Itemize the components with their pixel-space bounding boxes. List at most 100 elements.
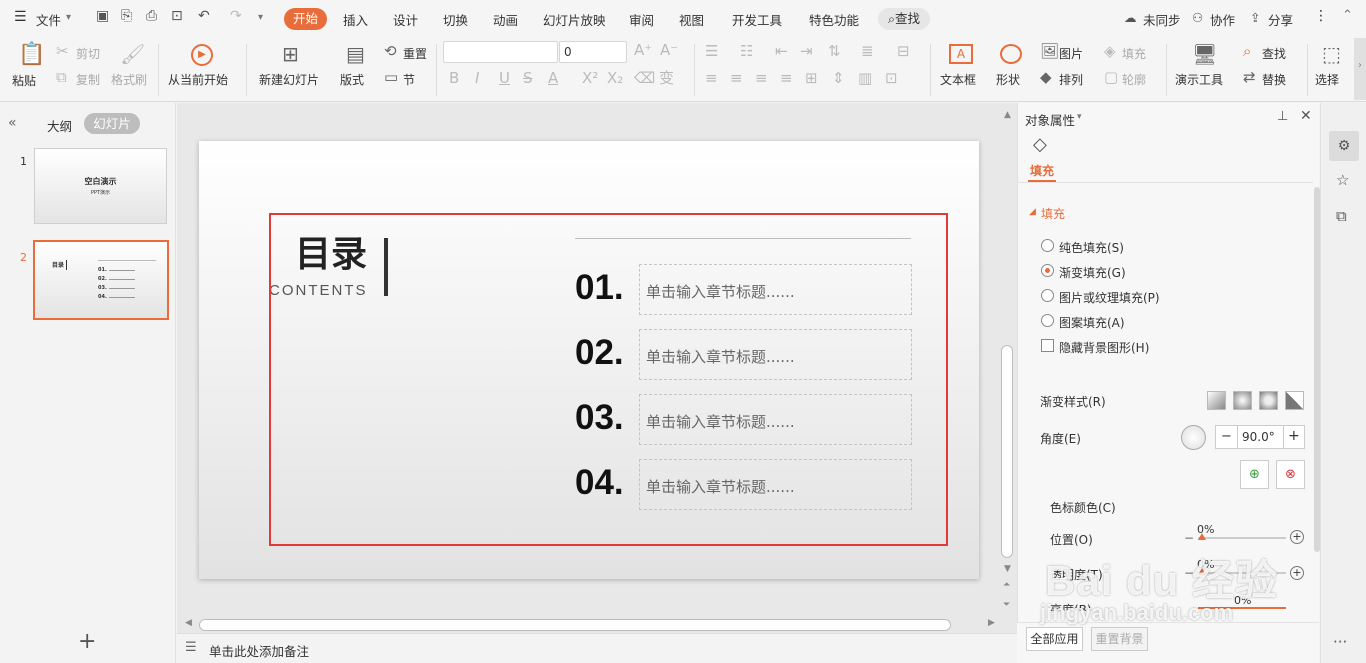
scroll-left-icon[interactable]: ◀	[185, 618, 192, 628]
undo-icon[interactable]: ↶	[198, 8, 210, 24]
tab-home[interactable]: 开始	[284, 8, 327, 30]
select-button[interactable]: 选择	[1315, 71, 1339, 88]
gradient-rect-option[interactable]	[1259, 391, 1278, 410]
tab-slides[interactable]: 幻灯片	[84, 113, 140, 134]
quick-access-more-icon[interactable]: ▾	[258, 12, 263, 23]
replace-button[interactable]: 替换	[1262, 71, 1286, 88]
checkbox-label[interactable]: 隐藏背景图形(H)	[1059, 339, 1149, 356]
radio-pattern-fill[interactable]	[1041, 314, 1054, 327]
search-button[interactable]: ⌕查找	[878, 8, 930, 30]
find-button[interactable]: 查找	[1262, 45, 1286, 62]
decrease-indent-icon[interactable]: ⇤	[775, 44, 788, 59]
underline-icon[interactable]: U	[499, 71, 510, 86]
decrement-icon[interactable]: −	[1221, 429, 1232, 444]
decrease-font-icon[interactable]: A⁻	[660, 43, 678, 58]
save-icon[interactable]: ▣	[96, 8, 109, 24]
slide-thumbnail-2[interactable]: 目录 01. 02. 03. 04.	[33, 240, 169, 320]
font-family-field[interactable]	[443, 41, 558, 63]
bullets-icon[interactable]: ☰	[705, 44, 718, 59]
horizontal-scrollbar[interactable]	[199, 619, 951, 631]
add-slide-icon[interactable]: +	[78, 631, 96, 653]
scroll-up-icon[interactable]: ▲	[1004, 110, 1011, 120]
radio-picture-fill[interactable]	[1041, 289, 1054, 302]
props-header[interactable]: 对象属性	[1025, 110, 1075, 129]
distribute-icon[interactable]: ⊞	[805, 71, 818, 86]
apply-all-button[interactable]: 全部应用	[1026, 627, 1083, 651]
tab-developer[interactable]: 开发工具	[732, 10, 782, 29]
subscript-icon[interactable]: X₂	[607, 71, 623, 86]
italic-icon[interactable]: I	[475, 71, 479, 86]
tab-insert[interactable]: 插入	[343, 10, 368, 29]
animation-icon[interactable]: ☆	[1336, 171, 1349, 189]
increment-icon[interactable]: +	[1288, 428, 1300, 444]
tab-slideshow[interactable]: 幻灯片放映	[543, 10, 606, 29]
export-icon[interactable]: ⎘	[121, 8, 132, 24]
arrange-button[interactable]: 排列	[1059, 71, 1083, 88]
present-tools-button[interactable]: 演示工具	[1175, 71, 1223, 88]
more-options-icon[interactable]: ···	[1333, 633, 1347, 651]
tab-animation[interactable]: 动画	[493, 10, 518, 29]
picture-button[interactable]: 图片	[1059, 45, 1083, 62]
share-button[interactable]: 分享	[1268, 10, 1293, 29]
more-icon[interactable]: ⋮	[1314, 8, 1328, 24]
tab-view[interactable]: 视图	[679, 10, 704, 29]
close-icon[interactable]: ✕	[1300, 108, 1312, 124]
align-right-icon[interactable]: ≡	[755, 71, 768, 86]
chevron-down-icon[interactable]: ▾	[66, 12, 71, 23]
prev-slide-icon[interactable]: ⏶	[1003, 580, 1010, 590]
section-button[interactable]: 节	[403, 71, 415, 88]
cut-button[interactable]: 剪切	[76, 45, 100, 62]
radio-solid-fill[interactable]	[1041, 239, 1054, 252]
gradient-linear-option[interactable]	[1207, 391, 1226, 410]
new-slide-button[interactable]: 新建幻灯片	[259, 71, 319, 88]
print-icon[interactable]: ⎙	[146, 8, 157, 24]
radio-gradient-fill[interactable]	[1041, 264, 1054, 277]
slider-handle[interactable]	[1198, 533, 1206, 540]
justify-icon[interactable]: ≡	[780, 71, 793, 86]
collapse-pane-icon[interactable]: «	[8, 115, 17, 131]
slide-thumbnail-1[interactable]: 空白演示 PPT演示	[34, 148, 167, 224]
valign-icon[interactable]: ⊡	[885, 71, 898, 86]
layout-button[interactable]: 版式	[340, 71, 364, 88]
properties-icon[interactable]: ⚙	[1329, 131, 1359, 161]
collapse-triangle-icon[interactable]: ◢	[1029, 207, 1036, 217]
tab-features[interactable]: 特色功能	[809, 10, 859, 29]
font-color-icon[interactable]: A	[548, 71, 558, 86]
play-from-current-button[interactable]: 从当前开始	[168, 71, 228, 88]
paste-button[interactable]: 粘贴	[12, 72, 36, 89]
sync-status[interactable]: 未同步	[1143, 10, 1181, 29]
chevron-down-icon[interactable]: ▾	[1077, 112, 1082, 122]
position-slider[interactable]	[1198, 537, 1286, 539]
textbox-button[interactable]: 文本框	[940, 71, 976, 88]
sort-icon[interactable]: ⇅	[828, 44, 841, 59]
gradient-radial-option[interactable]	[1233, 391, 1252, 410]
shape-button[interactable]: 形状	[996, 71, 1020, 88]
reset-bg-button[interactable]: 重置背景	[1091, 627, 1148, 651]
align-center-icon[interactable]: ≡	[730, 71, 743, 86]
paragraph-spacing-icon[interactable]: ⇕	[832, 71, 845, 86]
outline-button[interactable]: 轮廓	[1122, 71, 1146, 88]
columns-icon[interactable]: ▥	[858, 71, 872, 86]
scroll-right-icon[interactable]: ▶	[988, 618, 995, 628]
fill-button[interactable]: 填充	[1122, 45, 1146, 62]
transition-icon[interactable]: ⧉	[1336, 207, 1347, 225]
next-slide-icon[interactable]: ⏷	[1003, 600, 1010, 610]
redo-icon[interactable]: ↷	[230, 8, 242, 24]
increase-font-icon[interactable]: A⁺	[634, 43, 652, 58]
notes-placeholder[interactable]: 单击此处添加备注	[209, 641, 309, 660]
fill-bucket-icon[interactable]: ◇	[1033, 134, 1047, 155]
align-left-icon[interactable]: ≡	[705, 71, 718, 86]
clear-format-icon[interactable]: ⌫	[634, 71, 655, 86]
numbering-icon[interactable]: ☷	[740, 44, 753, 59]
format-painter-button[interactable]: 格式刷	[111, 71, 147, 88]
angle-dial[interactable]	[1181, 425, 1206, 450]
decrement-icon[interactable]: −	[1184, 531, 1194, 545]
increment-icon[interactable]: +	[1290, 530, 1304, 544]
line-spacing-icon[interactable]: ≣	[861, 44, 874, 59]
section-fill[interactable]: 填充	[1041, 205, 1065, 222]
remove-stop-icon[interactable]: ⊗	[1276, 460, 1305, 489]
tab-fill[interactable]: 填充	[1030, 162, 1054, 179]
font-size-field[interactable]: 0	[559, 41, 627, 63]
pin-icon[interactable]: ⊥	[1277, 109, 1288, 124]
collapse-ribbon-icon[interactable]: ⌃	[1342, 8, 1353, 23]
